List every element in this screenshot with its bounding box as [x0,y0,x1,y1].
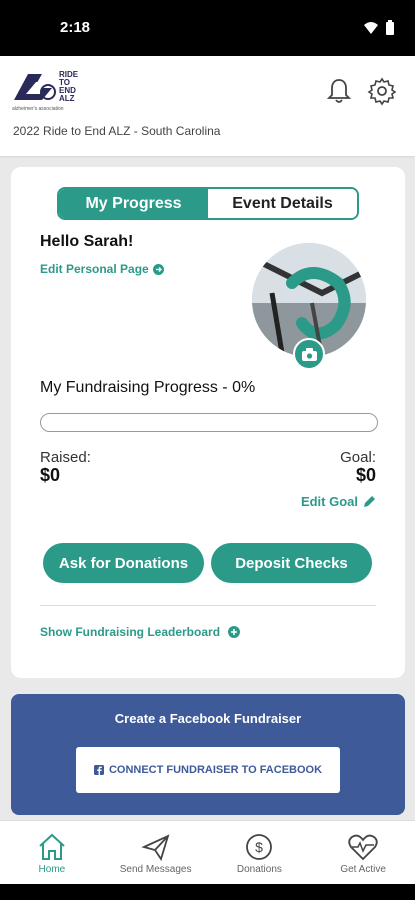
leaderboard-label: Show Fundraising Leaderboard [40,625,221,639]
status-bar: 2:18 [0,0,415,56]
goal-value: $0 [355,465,376,485]
nav-get-active[interactable]: Get Active [311,821,415,884]
progress-card: My Progress Event Details Hello Sarah! E… [11,167,405,678]
tab-event-details[interactable]: Event Details [208,189,357,218]
event-name: 2022 Ride to End ALZ - South Carolina [13,124,221,138]
fundraising-progress-title: My Fundraising Progress - 0% [40,379,256,396]
camera-icon [301,347,317,361]
raised-label: Raised: [40,449,91,466]
edit-personal-page-label: Edit Personal Page [40,262,149,276]
change-photo-button[interactable] [293,338,325,370]
bottom-nav: Home Send Messages $ Donations Get Activ… [0,820,415,884]
show-leaderboard-link[interactable]: Show Fundraising Leaderboard [40,625,241,639]
tab-my-progress[interactable]: My Progress [59,189,208,218]
plus-circle-icon [228,626,241,638]
ask-for-donations-button[interactable]: Ask for Donations [43,543,204,583]
greeting: Hello Sarah! [40,233,134,250]
dollar-icon: $ [246,834,273,860]
wifi-icon [364,22,378,34]
raised-value: $0 [40,465,61,485]
facebook-card-title: Create a Facebook Fundraiser [114,711,302,726]
divider [40,605,376,606]
goal-label: Goal: [340,449,376,466]
arrow-circle-right-icon [152,263,164,275]
bell-icon[interactable] [324,76,354,106]
battery-icon [386,20,394,35]
edit-goal-label: Edit Goal [300,494,358,509]
nav-send-messages-label: Send Messages [119,864,192,875]
connect-facebook-button[interactable]: CONNECT FUNDRAISER TO FACEBOOK [76,747,340,793]
gear-icon[interactable] [367,76,397,106]
status-icons [363,20,395,36]
nav-home-label: Home [38,864,66,875]
edit-goal-link[interactable]: Edit Goal [301,494,376,509]
send-icon [140,834,170,861]
fundraising-progress-bar [40,413,378,432]
facebook-fundraiser-card: Create a Facebook Fundraiser CONNECT FUN… [11,694,405,815]
pencil-icon [364,496,375,507]
deposit-checks-button[interactable]: Deposit Checks [211,543,372,583]
logo-text: RIDE TO END ALZ [59,70,79,103]
connect-facebook-label: CONNECT FUNDRAISER TO FACEBOOK [108,764,323,776]
nav-home[interactable]: Home [0,821,104,884]
home-icon [39,833,65,860]
heartbeat-icon [348,834,378,861]
nav-donations[interactable]: $ Donations [208,821,312,884]
app-header: RIDE TO END ALZ alzheimer's association … [0,56,415,156]
status-time: 2:18 [60,19,91,36]
edit-personal-page-link[interactable]: Edit Personal Page [40,262,164,276]
nav-donations-label: Donations [236,864,282,875]
nav-send-messages[interactable]: Send Messages [104,821,208,884]
nav-get-active-label: Get Active [340,864,386,875]
facebook-icon [93,765,104,775]
logo-subtitle: alzheimer's association [12,106,64,112]
system-navigation-bar [0,884,415,900]
tab-bar: My Progress Event Details [57,187,359,220]
svg-text:$: $ [255,839,263,855]
